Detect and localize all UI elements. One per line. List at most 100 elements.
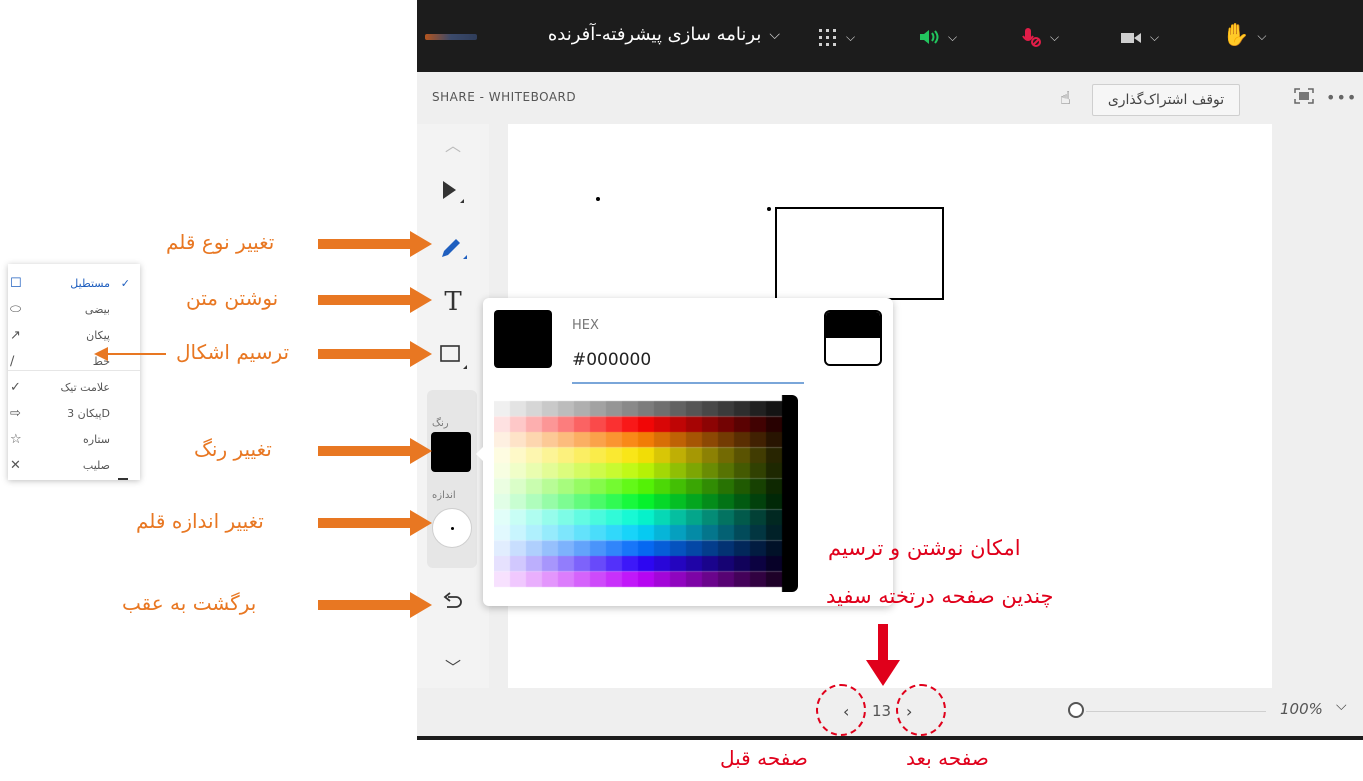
speaker-icon xyxy=(920,30,939,44)
shapes-menu-item[interactable]: علامت تیک ✓ xyxy=(10,374,130,400)
drawn-dot xyxy=(767,207,771,211)
ellipse-icon: ⬭ xyxy=(10,301,22,317)
check-icon: ✓ xyxy=(10,379,21,395)
annotation-arrow xyxy=(318,295,412,305)
shapes-menu-item-label: ستاره xyxy=(83,432,110,446)
annotation-arrow-head xyxy=(410,341,432,367)
shapes-menu-item[interactable]: Dپیکان 3 ⇨ xyxy=(10,400,130,426)
camera-menu[interactable]: ⌵ xyxy=(1120,30,1159,45)
raise-hand-icon: ✋ xyxy=(1222,23,1250,48)
zoom-slider-thumb[interactable] xyxy=(1068,702,1084,718)
undo-button[interactable] xyxy=(430,582,476,622)
meeting-title: برنامه سازی پیشرفته-آفرنده xyxy=(547,24,762,45)
size-dot-icon xyxy=(450,526,454,530)
hex-input[interactable]: #000000 xyxy=(572,350,651,370)
annotation-arrow-head xyxy=(410,438,432,464)
annotation-undo: برگشت به عقب xyxy=(122,591,257,615)
annotation-arrow xyxy=(318,239,412,249)
rectangle-icon xyxy=(440,345,467,369)
chevron-down-icon: ⌵ xyxy=(769,26,780,43)
shapes-menu-item-label: بیضی xyxy=(84,302,110,316)
share-title: SHARE - WHITEBOARD xyxy=(432,90,577,104)
annotation-change-color: تغییر رنگ xyxy=(194,437,272,461)
raise-hand-menu[interactable]: ✋ ⌵ xyxy=(1222,23,1267,48)
shapes-menu-item[interactable]: ستاره ☆ xyxy=(10,426,130,452)
undo-icon xyxy=(443,592,462,608)
arrow-icon: ↗ xyxy=(10,327,21,343)
arrow-3d-icon: ⇨ xyxy=(10,405,21,421)
fill-stroke-toggle[interactable] xyxy=(824,310,882,366)
annotation-arrow-head xyxy=(410,287,432,313)
zoom-menu-chevron-icon[interactable]: ⌵ xyxy=(1336,698,1347,714)
current-color-preview xyxy=(494,310,552,368)
drawn-dot xyxy=(596,197,600,201)
shapes-menu-item-label: صلیب xyxy=(82,458,110,472)
speaker-menu[interactable]: ⌵ xyxy=(918,28,957,46)
text-icon: T xyxy=(444,287,462,317)
annotation-thin-arrow xyxy=(108,353,166,355)
selected-check-icon: ✓ xyxy=(120,276,130,290)
scroll-up-icon[interactable]: ︿ xyxy=(430,124,476,164)
size-label: اندازه xyxy=(432,490,456,501)
annotation-multi-page-line1: امکان نوشتن و ترسیم xyxy=(828,536,1021,560)
shape-tool[interactable] xyxy=(430,336,476,376)
pen-tool[interactable] xyxy=(430,228,476,268)
annotation-arrow xyxy=(318,518,412,528)
rectangle-icon: ☐ xyxy=(10,275,22,291)
annotation-pen-size: تغییر اندازه قلم xyxy=(136,509,264,533)
annotation-red-arrow-head xyxy=(866,660,900,686)
annotation-draw-shapes: ترسیم اشکال xyxy=(176,340,290,364)
shapes-menu-item[interactable]: ✓ مستطیل ☐ xyxy=(10,270,130,296)
hex-label: HEX xyxy=(572,318,599,333)
apps-grid-icon xyxy=(819,29,836,46)
annotation-pen-type: تغییر نوع قلم xyxy=(166,230,275,254)
shapes-menu-item[interactable]: بیضی ⬭ xyxy=(10,296,130,322)
annotation-arrow xyxy=(318,600,412,610)
pointer-icon[interactable]: ☝ xyxy=(1060,88,1071,109)
drawn-rectangle[interactable] xyxy=(775,207,944,300)
shapes-menu-item-label: Dپیکان 3 xyxy=(67,406,110,420)
fullscreen-icon[interactable] xyxy=(1294,88,1314,104)
page-number: 13 xyxy=(872,702,892,720)
chevron-down-icon: ⌵ xyxy=(846,29,856,44)
shapes-menu-item-label: پیکان xyxy=(86,328,110,342)
annotation-arrow xyxy=(318,446,412,456)
meeting-title-menu[interactable]: برنامه سازی پیشرفته-آفرنده ⌵ xyxy=(490,24,780,45)
text-tool[interactable]: T xyxy=(430,282,476,322)
apps-menu[interactable]: ⌵ xyxy=(818,28,855,46)
app-logo xyxy=(425,34,477,40)
annotation-arrow-head xyxy=(410,231,432,257)
menu-tail-mark xyxy=(118,478,128,480)
color-swatch-button[interactable] xyxy=(431,432,471,472)
color-palette-grid[interactable] xyxy=(494,395,798,592)
picker-pointer xyxy=(476,446,484,462)
scroll-down-icon[interactable]: ﹀ xyxy=(430,646,476,686)
annotation-thin-arrow-head xyxy=(94,347,108,361)
menu-divider xyxy=(8,370,140,371)
zoom-slider-track[interactable] xyxy=(1086,711,1266,712)
annotation-write-text: نوشتن متن xyxy=(186,286,279,310)
line-icon: ∕ xyxy=(10,353,15,369)
cross-icon: ✕ xyxy=(10,457,21,473)
annotation-arrow xyxy=(318,349,412,359)
annotation-red-arrow-shaft xyxy=(878,624,888,662)
pen-icon xyxy=(442,239,467,259)
color-label: رنگ xyxy=(432,418,449,429)
shapes-menu-item[interactable]: پیکان ↗ xyxy=(10,322,130,348)
microphone-menu[interactable]: ⌵ xyxy=(1020,26,1059,48)
select-tool[interactable] xyxy=(430,172,476,212)
mic-muted-icon xyxy=(1022,28,1041,47)
zoom-level: 100% xyxy=(1280,700,1323,718)
annotation-arrow-head xyxy=(410,592,432,618)
stop-sharing-button[interactable]: توقف اشتراک‌گذاری xyxy=(1092,84,1240,116)
annotation-next-page: صفحه بعد xyxy=(906,746,989,770)
pen-size-button[interactable] xyxy=(432,508,472,548)
more-options-icon[interactable]: ••• xyxy=(1326,88,1357,107)
select-pointer-icon xyxy=(443,181,464,203)
shapes-menu-item[interactable]: صلیب ✕ xyxy=(10,452,130,478)
annotation-circle-next xyxy=(896,684,946,736)
annotation-prev-page: صفحه قبل xyxy=(720,746,808,770)
chevron-down-icon: ⌵ xyxy=(1257,28,1267,43)
chevron-down-icon: ⌵ xyxy=(1150,30,1160,44)
annotation-multi-page-line2: چندین صفحه درتخته سفید xyxy=(826,584,1054,608)
